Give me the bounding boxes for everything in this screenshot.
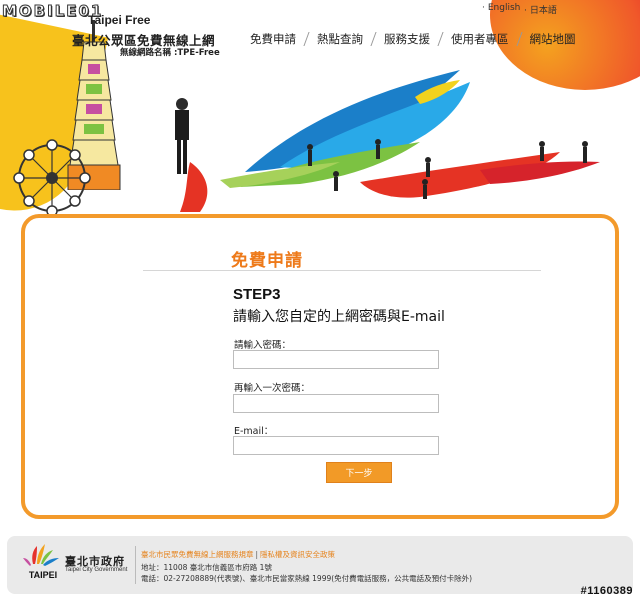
- footer-links: 臺北市民眾免費無線上網服務規章 | 隱私權及資訊安全政策: [141, 549, 335, 560]
- link-separator: |: [255, 550, 259, 559]
- footer-divider: [135, 546, 136, 584]
- lang-english-link[interactable]: English: [482, 3, 521, 13]
- email-field[interactable]: [233, 436, 439, 455]
- nav-divider: [303, 32, 310, 46]
- nav-hotspot-search[interactable]: 熱點查詢: [311, 31, 369, 47]
- brand-logo-text: Taipei Free: [88, 13, 151, 27]
- privacy-link[interactable]: 隱私權及資訊安全政策: [260, 550, 335, 559]
- title-divider: [143, 270, 541, 271]
- header: MOBILE01 Taipei Free 臺北公眾區免費無線上網 無線網路名稱 …: [0, 0, 640, 218]
- step-description: 請輸入您自定的上網密碼與E-mail: [233, 309, 445, 325]
- ferris-wheel-illustration: [13, 139, 91, 217]
- nav-service-support[interactable]: 服務支援: [378, 31, 436, 47]
- nav-divider: [515, 32, 523, 46]
- image-id-watermark: #1160389: [580, 585, 633, 597]
- signup-card: 免費申請 STEP3 請輸入您自定的上網密碼與E-mail 請輸入密碼： 再輸入…: [21, 214, 619, 519]
- password-label: 請輸入密碼：: [234, 340, 292, 351]
- gov-name-en: Taipei City Government: [65, 567, 128, 573]
- step-heading: STEP3: [233, 286, 281, 303]
- taipei-city-logo: TAIPEI: [23, 544, 59, 580]
- nav-divider: [370, 32, 377, 46]
- brand-ssid: 無線網路名稱 :TPE-Free: [120, 48, 220, 58]
- paint-splash-illustration: [175, 70, 600, 212]
- footer-address: 地址：11008 臺北市信義區市府路 1號: [141, 563, 272, 572]
- footer-phone: 電話：02-27208889(代表號)、臺北市民當家熱線 1999(免付費電話服…: [141, 574, 473, 583]
- password-field[interactable]: [233, 350, 439, 369]
- main-nav: 免費申請 熱點查詢 服務支援 使用者專區 網站地圖: [244, 31, 582, 47]
- terms-link[interactable]: 臺北市民眾免費無線上網服務規章: [141, 550, 254, 559]
- lang-japanese-link[interactable]: 日本語: [524, 3, 557, 16]
- nav-divider: [437, 32, 444, 46]
- confirm-password-label: 再輸入一次密碼：: [234, 383, 311, 394]
- email-label: E-mail：: [234, 426, 274, 437]
- logo-wordmark: TAIPEI: [29, 570, 57, 580]
- confirm-password-field[interactable]: [233, 394, 439, 413]
- footer: TAIPEI 臺北市政府 Taipei City Government 臺北市民…: [7, 536, 633, 594]
- nav-free-signup[interactable]: 免費申請: [244, 31, 302, 47]
- page-title: 免費申請: [231, 251, 303, 271]
- nav-sitemap[interactable]: 網站地圖: [524, 31, 582, 47]
- next-step-button[interactable]: 下一步: [326, 462, 392, 483]
- nav-user-area[interactable]: 使用者專區: [445, 31, 515, 47]
